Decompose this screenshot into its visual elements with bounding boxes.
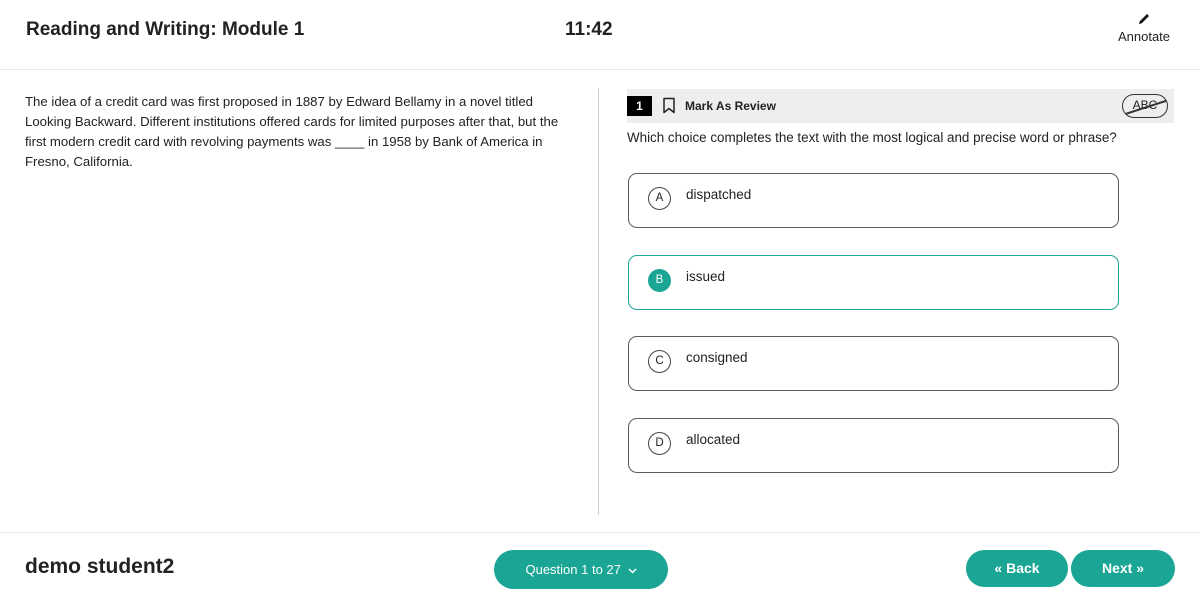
bookmark-icon[interactable] (662, 97, 676, 114)
choice-letter: A (648, 187, 671, 210)
question-header-bar: 1 Mark As Review ABC (627, 89, 1174, 123)
next-button[interactable]: Next » (1071, 550, 1175, 587)
question-nav-label: Question 1 to 27 (525, 562, 621, 577)
pencil-icon (1139, 14, 1149, 24)
column-divider (598, 88, 599, 515)
chevron-down-icon (627, 568, 637, 574)
question-navigator-button[interactable]: Question 1 to 27 (494, 550, 668, 589)
answer-eliminator-toggle[interactable]: ABC (1122, 94, 1168, 118)
choice-letter: B (648, 269, 671, 292)
annotate-label: Annotate (1117, 29, 1171, 44)
header: Reading and Writing: Module 1 11:42 Anno… (0, 0, 1200, 70)
question-number: 1 (627, 96, 652, 116)
choice-text: consigned (686, 350, 748, 365)
annotate-button[interactable]: Annotate (1114, 12, 1174, 44)
choice-text: issued (686, 269, 726, 284)
choice-text: dispatched (686, 187, 752, 202)
student-name: demo student2 (25, 555, 175, 578)
choice-letter: C (648, 350, 671, 373)
footer: demo student2 Question 1 to 27 « Back Ne… (0, 532, 1200, 605)
back-button[interactable]: « Back (966, 550, 1068, 587)
timer: 11:42 (565, 19, 613, 40)
passage-text: The idea of a credit card was first prop… (25, 94, 559, 169)
mark-as-review-label[interactable]: Mark As Review (685, 99, 776, 113)
choice-text: allocated (686, 432, 741, 447)
choice-a[interactable]: A dispatched (628, 173, 1119, 228)
question-prompt: Which choice completes the text with the… (627, 130, 1117, 145)
module-title: Reading and Writing: Module 1 (26, 19, 305, 40)
choice-d[interactable]: D allocated (628, 418, 1119, 473)
choice-c[interactable]: C consigned (628, 336, 1119, 391)
choice-letter: D (648, 432, 671, 455)
choice-b[interactable]: B issued (628, 255, 1119, 310)
